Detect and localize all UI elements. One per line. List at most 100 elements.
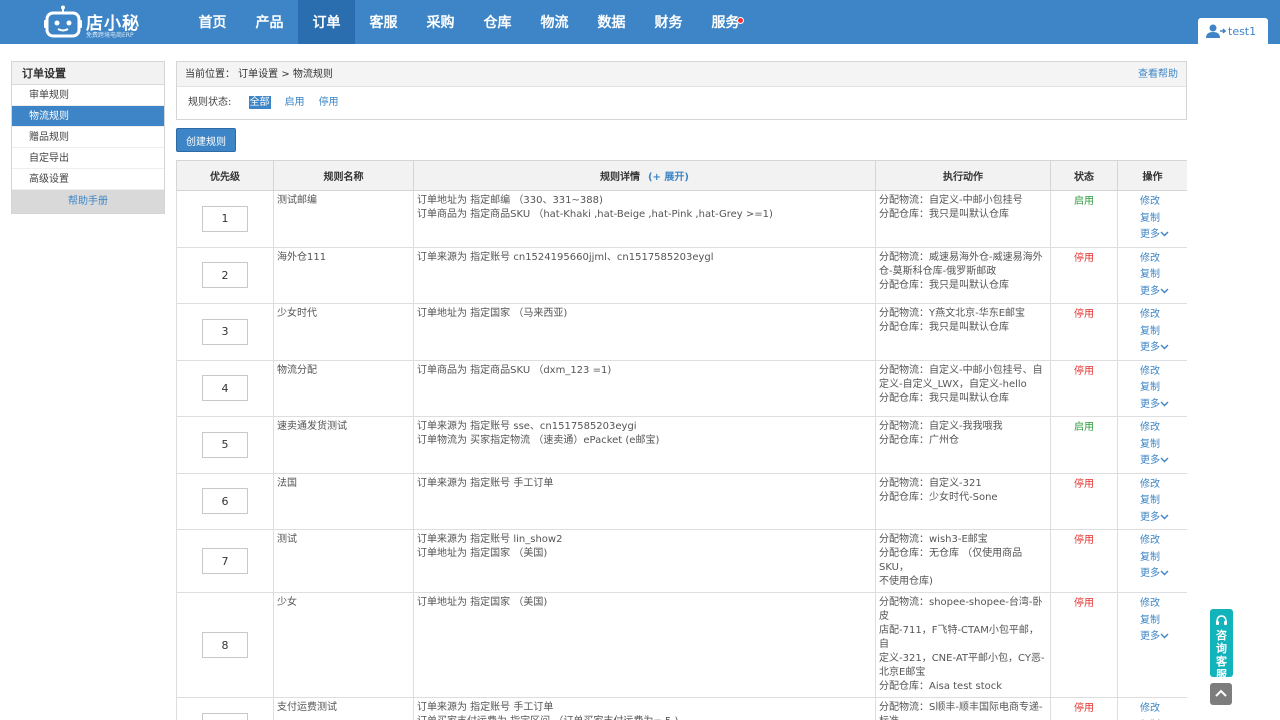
col-action: 执行动作	[875, 160, 1051, 191]
user-name: test1	[1228, 25, 1257, 38]
rule-action: 分配物流：威速易海外仓-威速易海外 仓-莫斯科仓库-俄罗斯邮政 分配仓库：我只是叫默…	[875, 246, 1051, 304]
brand-logo[interactable]: 店小秘 免费跨境电商ERP	[44, 5, 164, 39]
priority-input[interactable]	[202, 262, 248, 289]
copy-link[interactable]: 复制	[1140, 380, 1184, 397]
edit-link[interactable]: 修改	[1140, 307, 1184, 324]
more-dropdown[interactable]: 更多	[1140, 510, 1184, 527]
copy-link[interactable]: 复制	[1140, 493, 1184, 510]
rule-action: 分配物流：自定义-我我哦我 分配仓库：广州仓	[875, 416, 1051, 474]
user-icon	[1206, 24, 1226, 38]
rules-table: 优先级 规则名称 规则详情 (+ 展开) 执行动作 状态 操作 测试邮编订单地址为…	[176, 160, 1187, 720]
status-filter-option[interactable]: 停用	[319, 97, 339, 108]
edit-link[interactable]: 修改	[1140, 596, 1184, 613]
sidebar-item[interactable]: 自定导出	[12, 148, 164, 169]
nav-item[interactable]: 财务	[640, 0, 697, 44]
sidebar-item[interactable]: 赠品规则	[12, 127, 164, 148]
rule-detail-line: 订单商品为 指定商品SKU （hat-Khaki ,hat-Beige ,hat…	[417, 209, 773, 220]
edit-link[interactable]: 修改	[1140, 364, 1184, 381]
status-cell: 启用	[1050, 190, 1118, 248]
nav-item[interactable]: 仓库	[469, 0, 526, 44]
copy-link[interactable]: 复制	[1140, 324, 1184, 341]
priority-input[interactable]	[202, 712, 248, 720]
back-to-top-button[interactable]	[1210, 683, 1232, 705]
consult-service-button[interactable]: 咨询客服	[1210, 609, 1233, 681]
rule-action-line: 分配物流：shopee-shopee-台湾-卧皮	[879, 597, 1043, 622]
nav-item[interactable]: 服务	[697, 0, 754, 44]
status-badge: 停用	[1074, 598, 1094, 609]
rule-name: 法国	[273, 472, 414, 530]
edit-link[interactable]: 修改	[1140, 420, 1184, 437]
expand-details-link[interactable]: (+ 展开)	[648, 172, 689, 183]
chevron-down-icon	[1160, 344, 1169, 350]
rule-detail: 订单商品为 指定商品SKU （dxm_123 =1)	[413, 359, 876, 417]
rule-detail-line: 订单来源为 指定账号 lin_show2	[417, 534, 563, 545]
more-dropdown[interactable]: 更多	[1140, 453, 1184, 470]
headset-icon	[1216, 615, 1227, 625]
status-cell: 停用	[1050, 697, 1118, 720]
priority-input[interactable]	[202, 488, 248, 515]
view-help-link[interactable]: 查看帮助	[1138, 62, 1178, 87]
nav-item[interactable]: 采购	[412, 0, 469, 44]
sidebar-item[interactable]: 高级设置	[12, 169, 164, 190]
rule-action-line: 不使用仓库)	[879, 576, 933, 587]
priority-input[interactable]	[202, 431, 248, 458]
priority-input[interactable]	[202, 375, 248, 402]
status-badge: 停用	[1074, 309, 1094, 320]
copy-link[interactable]: 复制	[1140, 613, 1184, 630]
rule-action: 分配物流：shopee-shopee-台湾-卧皮 店配-711，F飞特-CTAM小…	[875, 592, 1051, 698]
more-dropdown[interactable]: 更多	[1140, 284, 1184, 301]
copy-link[interactable]: 复制	[1140, 437, 1184, 454]
priority-input[interactable]	[202, 205, 248, 232]
create-rule-button[interactable]: 创建规则	[176, 128, 236, 152]
nav-item[interactable]: 数据	[583, 0, 640, 44]
priority-input[interactable]	[202, 318, 248, 345]
ops-cell: 修改复制更多	[1117, 359, 1187, 417]
ops-cell: 修改复制更多	[1117, 472, 1187, 530]
edit-link[interactable]: 修改	[1140, 701, 1184, 718]
more-dropdown[interactable]: 更多	[1140, 566, 1184, 583]
copy-link[interactable]: 复制	[1140, 211, 1184, 228]
chevron-down-icon	[1160, 570, 1169, 576]
status-filter-option[interactable]: 启用	[285, 97, 305, 108]
nav-item[interactable]: 客服	[355, 0, 412, 44]
more-dropdown[interactable]: 更多	[1140, 629, 1184, 646]
sidebar-item[interactable]: 审单规则	[12, 85, 164, 106]
consult-label: 咨询客服	[1216, 629, 1227, 681]
rule-name: 海外仓111	[273, 246, 414, 304]
nav-item[interactable]: 物流	[526, 0, 583, 44]
priority-input[interactable]	[202, 632, 248, 658]
status-filter-option[interactable]: 全部	[248, 96, 271, 109]
rule-name: 少女时代	[273, 303, 414, 361]
chevron-down-icon	[1160, 231, 1169, 237]
priority-cell	[176, 190, 274, 248]
user-menu[interactable]: test1	[1198, 18, 1268, 44]
rule-action-line: 分配物流：S顺丰-顺丰国际电商专递-	[879, 702, 1043, 713]
help-manual-link[interactable]: 帮助手册	[12, 190, 164, 213]
rule-detail-line: 订单地址为 指定国家 （美国)	[417, 548, 548, 559]
rule-action-line: 分配物流：Y燕文北京-华东E邮宝	[879, 308, 1026, 319]
nav-item[interactable]: 产品	[241, 0, 298, 44]
sidebar-item[interactable]: 物流规则	[12, 106, 164, 127]
nav-item[interactable]: 首页	[184, 0, 241, 44]
status-badge: 停用	[1074, 703, 1094, 714]
priority-cell	[176, 416, 274, 474]
edit-link[interactable]: 修改	[1140, 477, 1184, 494]
rule-action: 分配物流：自定义-中邮小包挂号、自 定义-自定义_LWX，自定义-hello 分配仓…	[875, 359, 1051, 417]
edit-link[interactable]: 修改	[1140, 194, 1184, 211]
nav-item[interactable]: 订单	[298, 0, 355, 44]
more-dropdown[interactable]: 更多	[1140, 340, 1184, 357]
more-dropdown[interactable]: 更多	[1140, 227, 1184, 244]
rules-table-container: 优先级 规则名称 规则详情 (+ 展开) 执行动作 状态 操作 测试邮编订单地址为…	[176, 160, 1187, 720]
more-dropdown[interactable]: 更多	[1140, 397, 1184, 414]
rule-name: 少女	[273, 592, 414, 698]
rule-name: 物流分配	[273, 359, 414, 417]
edit-link[interactable]: 修改	[1140, 251, 1184, 268]
edit-link[interactable]: 修改	[1140, 533, 1184, 550]
copy-link[interactable]: 复制	[1140, 267, 1184, 284]
copy-link[interactable]: 复制	[1140, 550, 1184, 567]
top-nav-bar: 店小秘 免费跨境电商ERP 首页 产品 订单 客服 采购 仓库 物流 数据 财务 服务 test1	[0, 0, 1280, 44]
rule-name: 支付运费测试	[273, 697, 414, 720]
sidebar-title: 订单设置	[12, 62, 164, 85]
rule-detail: 订单地址为 指定邮编 （330、331~388) 订单商品为 指定商品SKU （h…	[413, 190, 876, 248]
priority-input[interactable]	[202, 548, 248, 574]
